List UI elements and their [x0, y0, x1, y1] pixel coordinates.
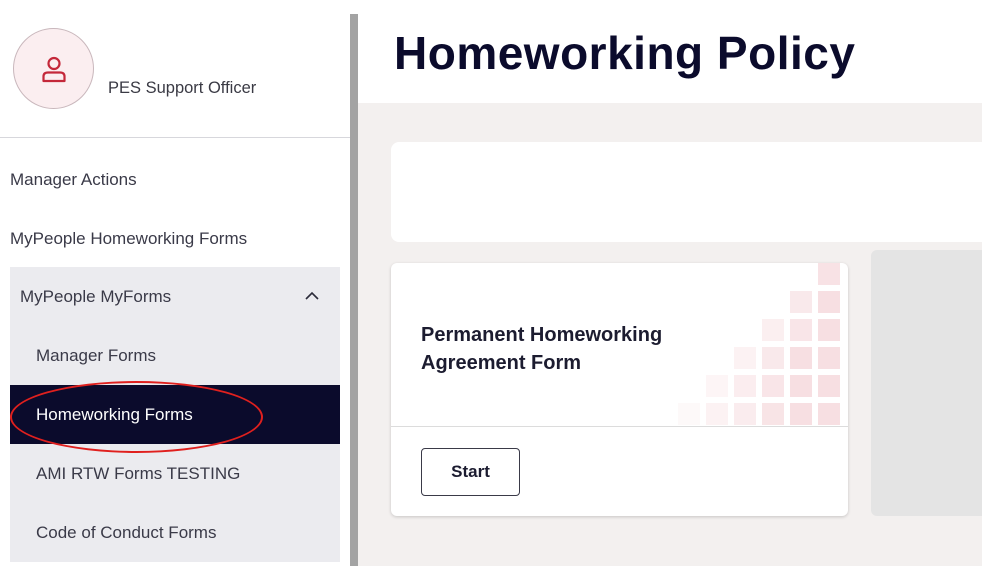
- avatar[interactable]: [13, 28, 94, 109]
- sidebar-item-label: Manager Actions: [10, 169, 137, 189]
- start-button[interactable]: Start: [421, 448, 520, 496]
- card-divider: [391, 426, 848, 427]
- profile-name: PES Support Officer: [108, 79, 257, 97]
- form-card: Permanent Homeworking Agreement Form Sta…: [391, 263, 848, 516]
- sidebar-item-label: Manager Forms: [36, 345, 156, 365]
- main-content: Homeworking Policy Permanent Homeworking…: [358, 0, 982, 566]
- card-title: Permanent Homeworking Agreement Form: [421, 324, 663, 374]
- sidebar-item-label: MyPeople Homeworking Forms: [10, 228, 248, 248]
- profile-header: PES Support Officer: [0, 0, 350, 138]
- sidebar-item-homeworking-forms[interactable]: Homeworking Forms: [10, 385, 340, 444]
- sidebar-item-label: AMI RTW Forms TESTING: [36, 463, 241, 483]
- sidebar-group-mypeople-myforms[interactable]: MyPeople MyForms: [10, 267, 340, 326]
- sidebar-item-code-of-conduct-forms[interactable]: Code of Conduct Forms: [10, 503, 340, 562]
- page-title: Homeworking Policy: [394, 27, 856, 79]
- page-header: Homeworking Policy: [358, 0, 982, 103]
- sidebar: PES Support Officer Manager Actions MyPe…: [0, 0, 350, 566]
- user-icon: [41, 56, 66, 82]
- sidebar-group-label: MyPeople MyForms: [20, 286, 172, 306]
- form-card-placeholder: [871, 250, 982, 516]
- sidebar-item-label: Code of Conduct Forms: [36, 522, 217, 542]
- filter-panel: [391, 142, 982, 242]
- sidebar-divider: [350, 14, 358, 566]
- sidebar-item-mypeople-homeworking-forms[interactable]: MyPeople Homeworking Forms: [10, 209, 340, 268]
- sidebar-item-manager-actions[interactable]: Manager Actions: [10, 150, 340, 209]
- chevron-up-icon[interactable]: [304, 288, 320, 304]
- sidebar-item-ami-rtw-forms-testing[interactable]: AMI RTW Forms TESTING: [10, 444, 340, 503]
- sidebar-item-label: Homeworking Forms: [36, 404, 193, 424]
- sidebar-item-manager-forms[interactable]: Manager Forms: [10, 326, 340, 385]
